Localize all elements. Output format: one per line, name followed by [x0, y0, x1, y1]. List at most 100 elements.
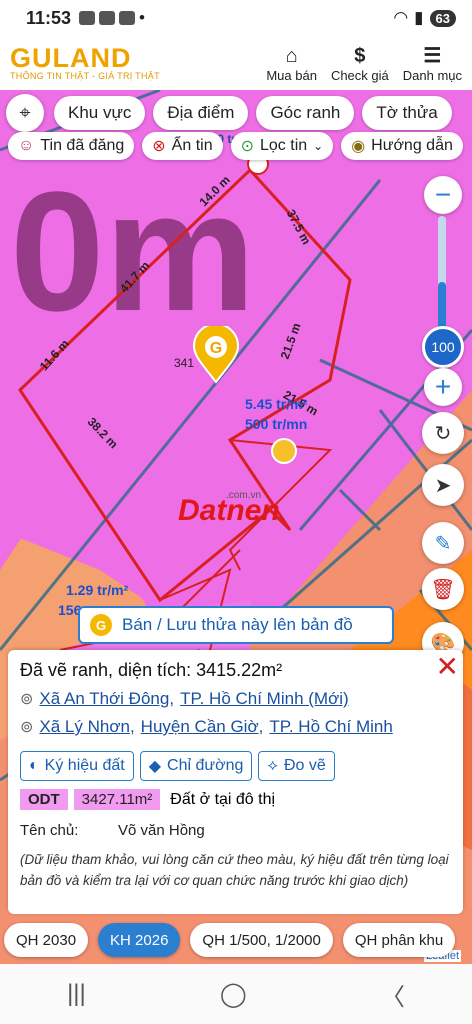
- disclaimer-note: (Dữ liệu tham khảo, vui lòng căn cứ theo…: [20, 852, 449, 888]
- filter-area[interactable]: Khu vực: [54, 96, 146, 130]
- measure-icon: ⟡: [267, 757, 278, 774]
- menu-label: Danh mục: [402, 67, 462, 83]
- slogan: THÔNG TIN THẬT - GIÁ TRỊ THẬT: [10, 71, 160, 81]
- status-time: 11:53: [26, 7, 72, 28]
- hide-listings-label: Ẩn tin: [171, 137, 213, 154]
- tab-qh-2030[interactable]: QH 2030: [4, 923, 89, 957]
- check-price-button[interactable]: $ Check giá: [331, 44, 389, 83]
- plus-icon: +: [434, 371, 452, 402]
- status-bar: 11:53 • ◠ ▮ 63: [0, 0, 472, 36]
- zoom-slider-handle[interactable]: 100: [422, 326, 464, 368]
- filter-parcel[interactable]: Tờ thửa: [362, 96, 452, 130]
- city-link[interactable]: TP. Hồ Chí Minh (Mới): [180, 689, 349, 709]
- filter-boundary[interactable]: Góc ranh: [256, 96, 355, 130]
- buy-sell-label: Mua bán: [266, 67, 317, 83]
- draw-tool-button[interactable]: ✎: [422, 522, 464, 564]
- save-banner-label: Bán / Lưu thửa này lên bản đồ: [122, 615, 353, 634]
- refresh-button[interactable]: ↻: [422, 412, 464, 454]
- signal-icon: ▮: [414, 8, 424, 27]
- battery-level: 63: [429, 9, 456, 27]
- menu-icon: ☰: [423, 44, 442, 67]
- guide-icon: ◉: [351, 138, 366, 155]
- close-circle-icon: ⊗: [152, 138, 166, 155]
- crosshair-icon: ⌖: [19, 101, 31, 124]
- wifi-icon: ◠: [393, 8, 409, 27]
- land-type: Đất ở tại đô thị: [170, 790, 276, 808]
- watermark: Datnen .com.vn: [178, 490, 280, 528]
- home-icon[interactable]: ◯: [220, 980, 247, 1009]
- parcel-info-panel: Đã vẽ ranh, diện tích: 3415.22m² ✕ ⊚ Xã …: [8, 650, 463, 914]
- zoom-slider-fill: [438, 282, 446, 332]
- guland-icon: G: [90, 614, 112, 636]
- plan-tabs: QH 2030 KH 2026 QH 1/500, 1/2000 QH phân…: [0, 918, 472, 962]
- price-label: 500 tr/mn: [245, 416, 308, 432]
- user-icon: ☺: [18, 137, 35, 154]
- menu-button[interactable]: ☰ Danh mục: [403, 44, 462, 83]
- measure-button[interactable]: ⟡ Đo vẽ: [258, 751, 335, 781]
- address-new: ⊚ Xã An Thới Đông, TP. Hồ Chí Minh (Mới): [20, 689, 451, 709]
- land-symbol-label: Ký hiệu đất: [44, 757, 125, 774]
- zoom-in-button[interactable]: +: [424, 368, 462, 406]
- buy-sell-button[interactable]: ⌂ Mua bán: [266, 44, 317, 83]
- minus-icon: −: [434, 179, 452, 210]
- close-icon: ✕: [435, 651, 459, 682]
- owner-name: Võ văn Hồng: [118, 822, 205, 839]
- system-nav-bar: ||| ◯ 〈: [0, 964, 472, 1024]
- back-icon[interactable]: 〈: [381, 977, 405, 1012]
- delete-button[interactable]: 🗑: [422, 568, 464, 610]
- zoom-value: 100: [431, 339, 455, 355]
- filter-place[interactable]: Địa điểm: [153, 96, 249, 130]
- pin-icon: ⊚: [20, 719, 34, 736]
- navigate-button[interactable]: ➤: [422, 464, 464, 506]
- posted-listings-button[interactable]: ☺ Tin đã đăng: [8, 132, 135, 160]
- svg-text:G: G: [210, 340, 222, 357]
- tab-qh-phan-khu[interactable]: QH phân khu: [342, 923, 456, 957]
- app-header: GULAND THÔNG TIN THẬT - GIÁ TRỊ THẬT ⌂ M…: [0, 36, 472, 90]
- ward-link[interactable]: Xã An Thới Đông: [39, 689, 169, 709]
- logo-text: GULAND: [10, 43, 132, 73]
- trash-icon: 🗑: [430, 578, 456, 601]
- land-use-row: ODT 3427.11m² Đất ở tại đô thị: [20, 789, 451, 810]
- tab-kh-2026[interactable]: KH 2026: [98, 923, 181, 957]
- panel-title: Đã vẽ ranh, diện tích: 3415.22m²: [20, 660, 283, 680]
- tab-qh-1-500[interactable]: QH 1/500, 1/2000: [190, 923, 333, 957]
- refresh-icon: ↻: [434, 422, 452, 445]
- comma: ,: [169, 689, 175, 708]
- address-old: ⊚ Xã Lý Nhơn, Huyện Cần Giờ, TP. Hồ Chí …: [20, 717, 451, 737]
- zoom-slider-track[interactable]: [438, 216, 446, 332]
- posted-listings-label: Tin đã đăng: [40, 137, 125, 154]
- zalo-icon: [99, 11, 116, 25]
- guide-label: Hướng dẫn: [371, 137, 453, 154]
- price-label: 1.29 tr/m²: [66, 582, 129, 598]
- recent-apps-icon[interactable]: |||: [67, 980, 86, 1008]
- district-link[interactable]: Huyện Cần Giờ: [141, 717, 259, 737]
- measure-label: Đo vẽ: [283, 757, 326, 774]
- directions-button[interactable]: ◆ Chỉ đường: [139, 751, 253, 781]
- vertex-marker: [271, 438, 297, 464]
- dot-icon: •: [139, 8, 145, 27]
- close-panel-button[interactable]: ✕: [436, 650, 459, 683]
- comma: ,: [129, 717, 135, 736]
- city-link[interactable]: TP. Hồ Chí Minh: [269, 717, 392, 737]
- watermark-sub: .com.vn: [226, 490, 262, 501]
- locate-me-button[interactable]: ⌖: [6, 94, 44, 132]
- directions-label: Chỉ đường: [167, 757, 244, 774]
- guide-button[interactable]: ◉ Hướng dẫn: [341, 132, 463, 160]
- palette-icon: ◐: [29, 757, 39, 774]
- save-parcel-banner[interactable]: G Bán / Lưu thửa này lên bản đồ: [78, 606, 394, 644]
- zoom-out-button[interactable]: −: [424, 176, 462, 214]
- land-symbol-button[interactable]: ◐ Ký hiệu đất: [20, 751, 134, 781]
- house-icon: ⌂: [285, 44, 298, 67]
- owner-row: Tên chủ: Võ văn Hồng: [20, 822, 451, 839]
- filter-listings-label: Lọc tin: [260, 137, 308, 154]
- ward-link[interactable]: Xã Lý Nhơn: [39, 717, 130, 737]
- pin-icon: ⊙: [240, 138, 254, 155]
- directions-icon: ◆: [148, 758, 162, 775]
- logo[interactable]: GULAND THÔNG TIN THẬT - GIÁ TRỊ THẬT: [10, 43, 160, 82]
- owner-label: Tên chủ:: [20, 822, 79, 839]
- hide-listings-button[interactable]: ⊗ Ẩn tin: [142, 132, 223, 160]
- chevron-down-icon: ⌄: [313, 139, 324, 153]
- check-price-label: Check giá: [330, 67, 389, 83]
- location-pin-icon[interactable]: G: [192, 323, 240, 384]
- filter-listings-button[interactable]: ⊙ Lọc tin ⌄: [230, 132, 334, 160]
